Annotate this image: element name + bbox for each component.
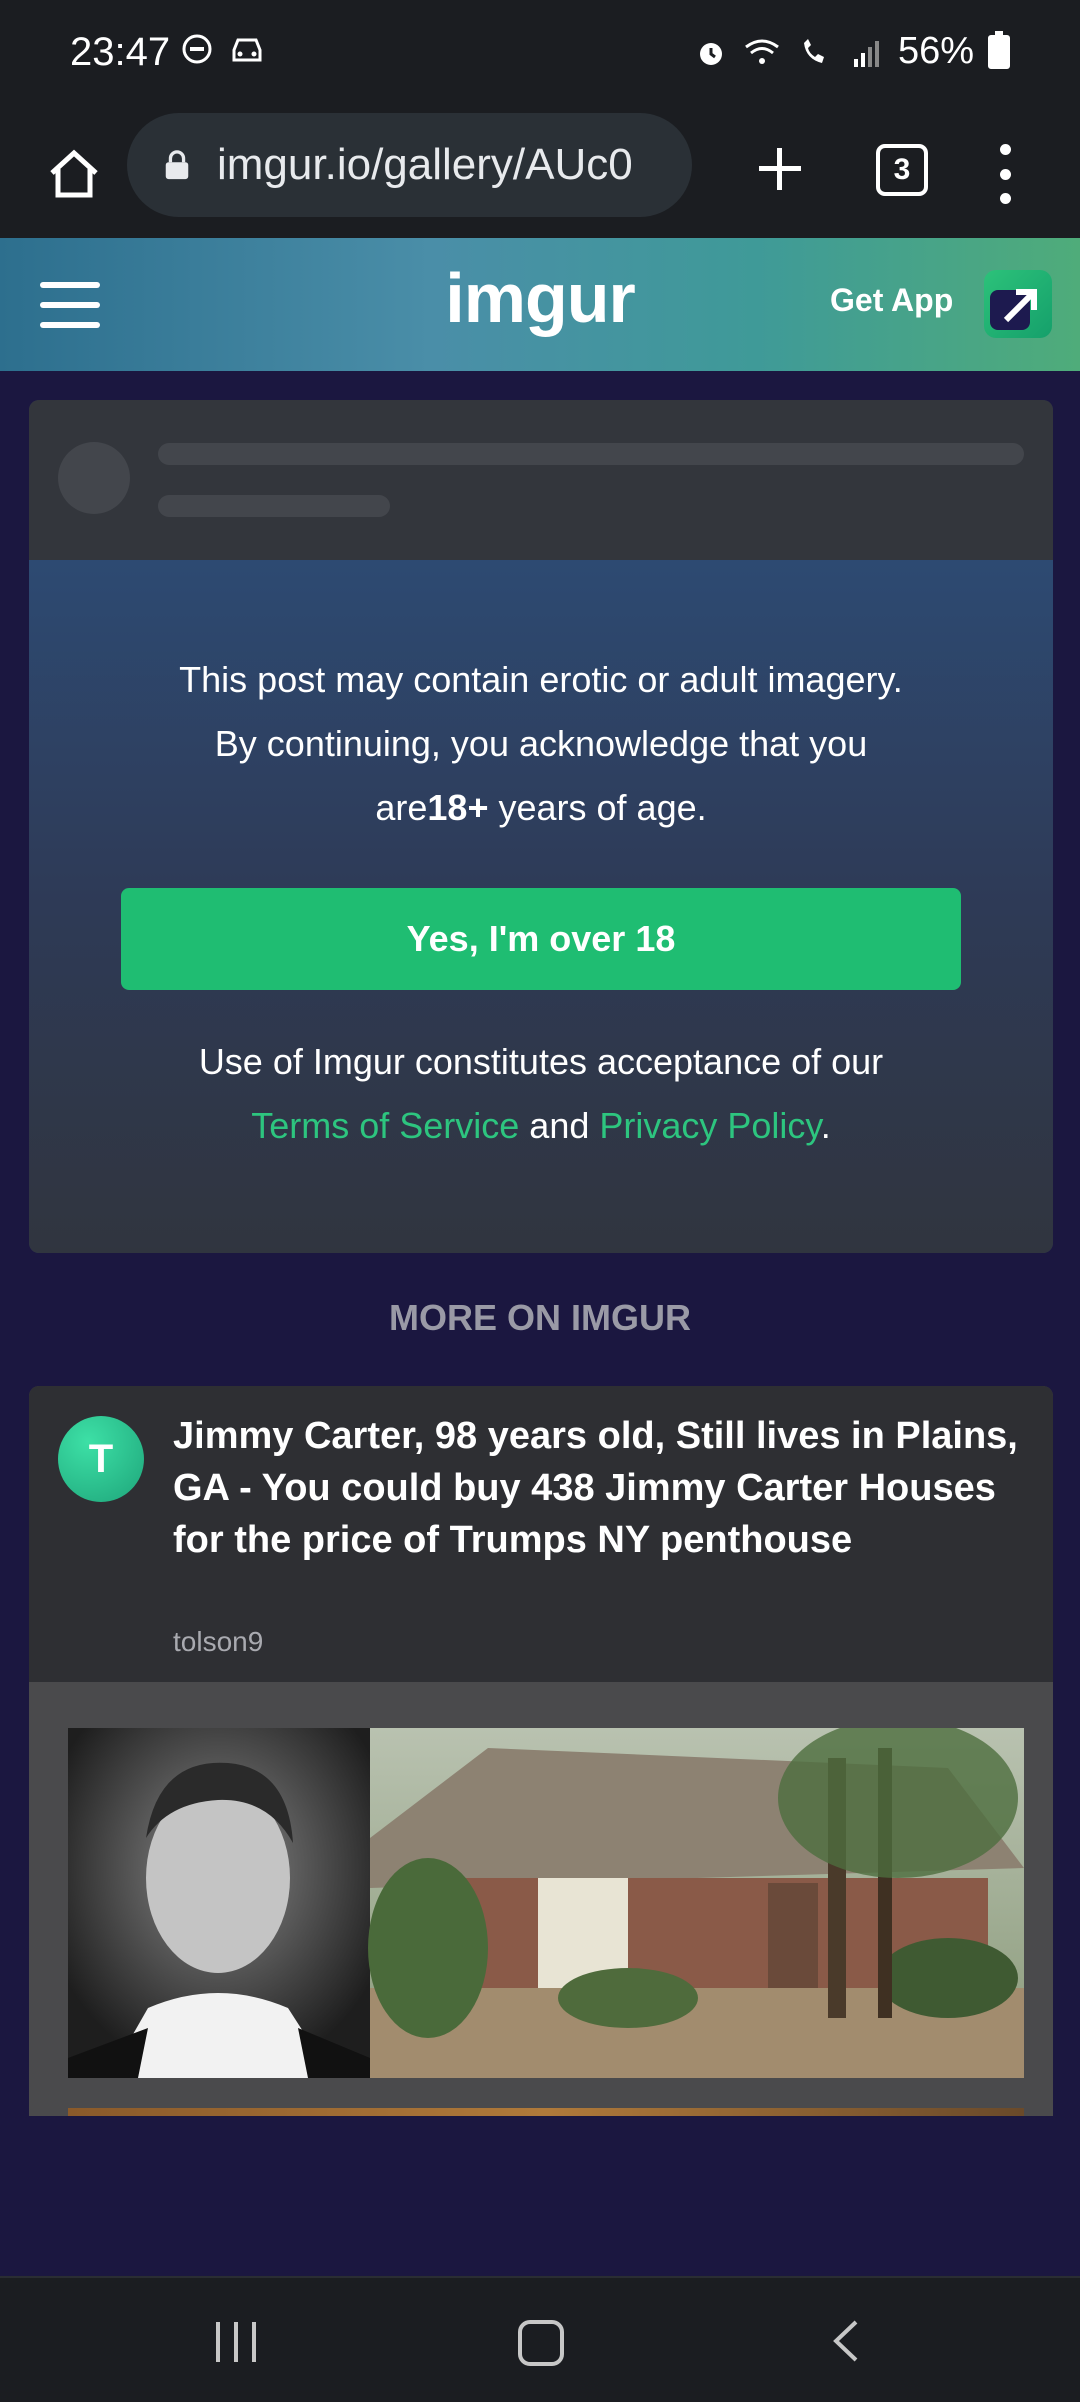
gallery-post-image[interactable] <box>68 1728 1024 2078</box>
car-icon <box>232 38 262 62</box>
browser-menu-button[interactable] <box>990 144 1020 204</box>
warning-are: are <box>375 787 428 828</box>
privacy-policy-link[interactable]: Privacy Policy <box>599 1105 820 1146</box>
arrow-icon <box>1003 289 1037 323</box>
terms-and: and <box>519 1105 600 1146</box>
status-bar: 23:47 56% <box>0 0 1080 108</box>
back-icon[interactable] <box>826 2318 866 2364</box>
signal-icon <box>853 40 879 67</box>
warning-message: This post may contain erotic or adult im… <box>89 648 993 840</box>
author-avatar[interactable]: T <box>58 1416 144 1502</box>
url-text: imgur.io/gallery/AUc0 <box>217 140 633 189</box>
recents-button[interactable] <box>216 2322 256 2362</box>
gallery-post-author[interactable]: tolson9 <box>173 1626 263 1658</box>
recents-bar <box>252 2322 256 2362</box>
status-time: 23:47 <box>70 30 171 74</box>
gallery-post-header: T Jimmy Carter, 98 years old, Still live… <box>29 1386 1053 1682</box>
system-navigation-bar <box>0 2276 1080 2402</box>
plus-icon <box>759 148 801 190</box>
battery-percent: 56% <box>897 30 974 72</box>
imgur-header: imgur Get App <box>0 238 1080 371</box>
warning-line-2: By continuing, you acknowledge that you <box>214 723 868 764</box>
warning-line-3: are18+ years of age. <box>89 776 993 840</box>
wifi-icon <box>745 39 779 64</box>
terms-line: Use of Imgur constitutes acceptance of o… <box>198 1041 884 1082</box>
tab-count: 3 <box>893 153 911 186</box>
next-image-edge <box>68 2108 1024 2116</box>
skeleton-line <box>158 495 390 517</box>
status-right-icons: 56% <box>694 30 1010 73</box>
gallery-post-title[interactable]: Jimmy Carter, 98 years old, Still lives … <box>173 1410 1023 1566</box>
more-dot <box>999 144 1011 155</box>
confirm-age-button[interactable]: Yes, I'm over 18 <box>121 888 961 990</box>
skeleton-line <box>158 443 1024 465</box>
system-home-button[interactable] <box>518 2320 564 2366</box>
recents-bar <box>216 2322 220 2362</box>
get-app-link[interactable]: Get App <box>830 282 953 319</box>
do-not-disturb-icon <box>182 34 212 64</box>
warning-line-1: This post may contain erotic or adult im… <box>179 659 903 700</box>
alarm-icon <box>699 42 722 65</box>
terms-period: . <box>820 1105 831 1146</box>
browser-home-button[interactable] <box>36 136 112 212</box>
terms-notice: Use of Imgur constitutes acceptance of o… <box>89 1030 993 1158</box>
battery-icon <box>988 30 1010 69</box>
wifi-calling-icon <box>803 38 824 63</box>
more-dot <box>999 193 1011 204</box>
home-icon <box>50 149 98 198</box>
more-on-imgur-heading: MORE ON IMGUR <box>389 1297 691 1338</box>
age-requirement: 18+ <box>427 787 489 828</box>
address-bar[interactable]: imgur.io/gallery/AUc0 <box>127 113 692 217</box>
imgur-app-icon[interactable] <box>984 270 1052 338</box>
gallery-post-card[interactable]: T Jimmy Carter, 98 years old, Still live… <box>29 1386 1053 2116</box>
skeleton-avatar <box>58 442 130 514</box>
warning-years: years of age. <box>488 787 707 828</box>
tab-switcher-button[interactable]: 3 <box>876 144 928 196</box>
lock-icon <box>165 150 189 180</box>
browser-toolbar: imgur.io/gallery/AUc0 3 <box>0 108 1080 238</box>
adult-content-warning: This post may contain erotic or adult im… <box>29 560 1053 1253</box>
post-image-illustration <box>68 1728 1024 2078</box>
terms-of-service-link[interactable]: Terms of Service <box>251 1105 519 1146</box>
more-dot <box>999 168 1011 180</box>
terms-links-line: Terms of Service and Privacy Policy. <box>89 1094 993 1158</box>
recents-bar <box>234 2322 238 2362</box>
status-left-icons <box>180 32 268 66</box>
new-tab-button[interactable] <box>740 128 820 208</box>
post-card: This post may contain erotic or adult im… <box>29 400 1053 1253</box>
post-header-skeleton <box>29 400 1053 560</box>
